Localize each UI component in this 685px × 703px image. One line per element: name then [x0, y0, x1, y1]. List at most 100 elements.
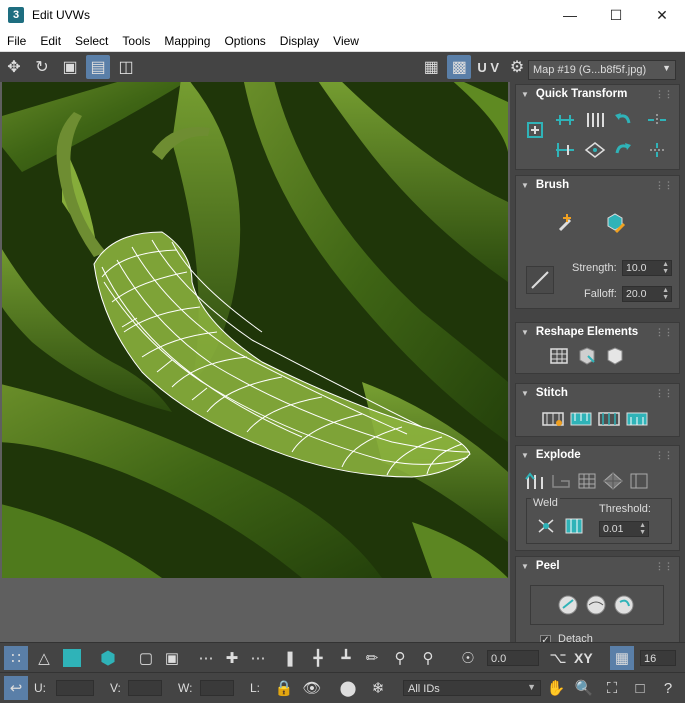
collapse-triangle-icon[interactable]: ▼: [521, 90, 529, 99]
loop-grow-icon[interactable]: ✚: [220, 646, 244, 670]
falloff-space-label[interactable]: XY: [574, 650, 593, 666]
grip-icon[interactable]: ⋮⋮: [655, 561, 673, 572]
vertex-select-icon[interactable]: ∷: [4, 646, 28, 670]
soft-selection-icon[interactable]: ☉: [456, 646, 480, 670]
menu-view[interactable]: View: [326, 34, 366, 48]
shrink-selection-icon[interactable]: ▣: [160, 646, 184, 670]
map-select[interactable]: Map #19 (G...b8f5f.jpg) ▼: [528, 60, 676, 80]
peel-mode-icon[interactable]: [583, 594, 609, 616]
w-field[interactable]: [200, 680, 234, 696]
align-center-icon[interactable]: [522, 119, 548, 141]
stitch-custom-icon[interactable]: [540, 408, 566, 430]
uv-viewport[interactable]: [0, 82, 510, 642]
lock-icon[interactable]: 🔒: [272, 676, 296, 700]
collapse-triangle-icon[interactable]: ▼: [521, 181, 529, 190]
flatten-by-smoothing-icon[interactable]: [600, 470, 626, 492]
grip-icon[interactable]: ⋮⋮: [655, 450, 673, 461]
break-icon[interactable]: [522, 470, 548, 492]
texture-settings-icon[interactable]: ⚙: [505, 55, 529, 79]
falloff-curve-icon[interactable]: ⌥: [546, 646, 570, 670]
checker-active-icon[interactable]: ▩: [447, 55, 472, 79]
rotate-cw-icon[interactable]: [610, 139, 636, 161]
menu-tools[interactable]: Tools: [115, 34, 157, 48]
paint-grow-icon[interactable]: ⚲: [388, 646, 412, 670]
element-select-icon[interactable]: ⬢: [96, 646, 120, 670]
uv-axis-label[interactable]: U V: [477, 60, 499, 75]
stitch-target-icon[interactable]: [624, 408, 650, 430]
loop-select-icon[interactable]: ⋯: [194, 646, 218, 670]
collapse-triangle-icon[interactable]: ▼: [521, 389, 529, 398]
space-vertical-icon[interactable]: [644, 139, 670, 161]
rollout-header[interactable]: ▼ Stitch ⋮⋮: [516, 384, 679, 402]
weld-target-icon[interactable]: [561, 515, 587, 537]
rollout-header[interactable]: ▼ Peel ⋮⋮: [516, 557, 679, 575]
ring-select-icon[interactable]: ❚: [278, 646, 302, 670]
paint-shrink-icon[interactable]: ⚲: [416, 646, 440, 670]
collapse-triangle-icon[interactable]: ▼: [521, 562, 529, 571]
menu-file[interactable]: File: [0, 34, 33, 48]
rollout-header[interactable]: ▼ Reshape Elements ⋮⋮: [516, 323, 679, 341]
stitch-source-icon[interactable]: [568, 408, 594, 430]
maximize-button[interactable]: ☐: [593, 0, 639, 30]
absolute-relative-toggle-icon[interactable]: ↩: [4, 676, 28, 700]
align-grid-icon[interactable]: [552, 139, 578, 161]
zoom-extents-icon[interactable]: □: [628, 676, 652, 700]
close-button[interactable]: ✕: [639, 0, 685, 30]
detach-checkbox[interactable]: ✓: [540, 635, 551, 642]
mirror-icon[interactable]: ◫: [114, 55, 138, 79]
rollout-header[interactable]: ▼ Brush ⋮⋮: [516, 176, 679, 194]
checker-icon[interactable]: ▦: [419, 55, 443, 79]
grip-icon[interactable]: ⋮⋮: [655, 327, 673, 338]
threshold-spinner[interactable]: 0.01 ▲ ▼: [599, 521, 649, 537]
move-icon[interactable]: ✥: [2, 55, 26, 79]
loop-shrink-icon[interactable]: ⋯: [246, 646, 270, 670]
ring-grow-icon[interactable]: ╋: [306, 646, 330, 670]
straighten-icon[interactable]: [582, 139, 608, 161]
align-horizontal-icon[interactable]: [552, 109, 578, 131]
face-select-icon[interactable]: [60, 646, 84, 670]
stitch-average-icon[interactable]: [596, 408, 622, 430]
edge-select-icon[interactable]: △: [32, 646, 56, 670]
grid-reshape-icon[interactable]: [546, 345, 572, 367]
zoom-icon[interactable]: 🔍: [572, 676, 596, 700]
zoom-region-icon[interactable]: ⛶: [600, 676, 624, 700]
spinner-arrows-icon[interactable]: ▲ ▼: [662, 261, 669, 275]
material-id-select[interactable]: All IDs ▼: [403, 680, 541, 696]
ring-shrink-icon[interactable]: ┻: [334, 646, 358, 670]
menu-display[interactable]: Display: [273, 34, 326, 48]
paint-select-icon[interactable]: ✏: [360, 646, 384, 670]
flatten-by-material-icon[interactable]: [626, 470, 652, 492]
reset-peel-icon[interactable]: [611, 594, 637, 616]
menu-mapping[interactable]: Mapping: [157, 34, 217, 48]
menu-select[interactable]: Select: [68, 34, 115, 48]
rotate-icon[interactable]: ↻: [30, 55, 54, 79]
paint-move-icon[interactable]: [554, 212, 580, 234]
pan-icon[interactable]: ✋: [544, 676, 568, 700]
spinner-arrows-icon[interactable]: ▲ ▼: [662, 287, 669, 301]
grip-icon[interactable]: ⋮⋮: [655, 388, 673, 399]
minimize-button[interactable]: —: [547, 0, 593, 30]
scale-icon[interactable]: ▣: [58, 55, 82, 79]
limit-selection-icon[interactable]: ▦: [610, 646, 634, 670]
menu-options[interactable]: Options: [217, 34, 272, 48]
show-hidden-icon[interactable]: 👁: [300, 676, 324, 700]
space-horizontal-icon[interactable]: [644, 109, 670, 131]
spinner-arrows-icon[interactable]: ▲ ▼: [639, 522, 646, 536]
hide-icon[interactable]: ⬤: [336, 676, 360, 700]
collapse-triangle-icon[interactable]: ▼: [521, 328, 529, 337]
falloff-distance-spinner[interactable]: 0.0: [487, 650, 539, 666]
quick-peel-icon[interactable]: [555, 594, 581, 616]
rollout-header[interactable]: ▼ Explode ⋮⋮: [516, 446, 679, 464]
menu-edit[interactable]: Edit: [33, 34, 68, 48]
grip-icon[interactable]: ⋮⋮: [655, 180, 673, 191]
detach-edge-icon[interactable]: [548, 470, 574, 492]
brush-falloff-curve-icon[interactable]: [526, 266, 554, 294]
grow-selection-icon[interactable]: ▢: [134, 646, 158, 670]
help-icon[interactable]: ?: [656, 676, 680, 700]
u-field[interactable]: [56, 680, 94, 696]
grip-icon[interactable]: ⋮⋮: [655, 89, 673, 100]
v-field[interactable]: [128, 680, 162, 696]
align-vertical-icon[interactable]: [582, 109, 608, 131]
relax-element-icon[interactable]: [574, 345, 600, 367]
falloff-count-select[interactable]: 16: [640, 650, 676, 666]
